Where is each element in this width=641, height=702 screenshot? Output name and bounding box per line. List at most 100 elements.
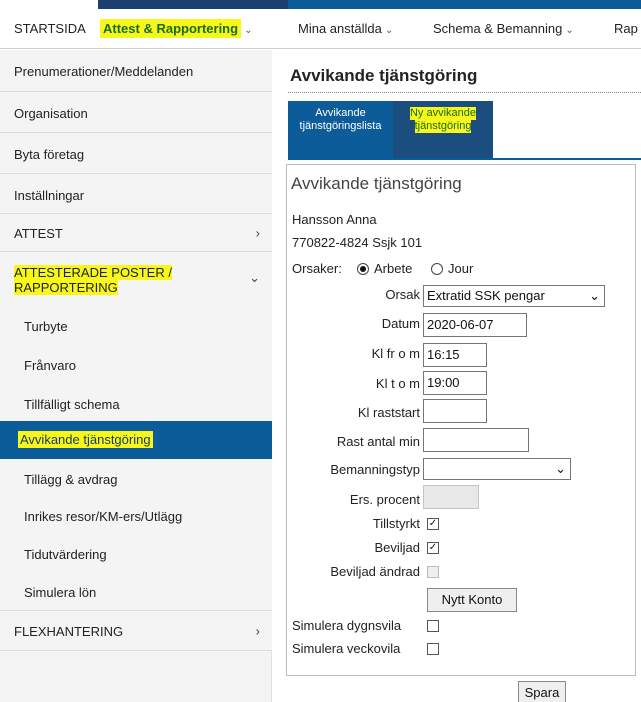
datum-label: Datum: [381, 316, 420, 331]
nav-mina-label: Mina anställda: [298, 21, 382, 36]
chevron-down-icon: ⌄: [249, 270, 260, 285]
nytt-konto-button[interactable]: Nytt Konto: [427, 588, 517, 612]
tab-avvikande-lista[interactable]: Avvikande tjänstgöringslista: [288, 101, 393, 159]
nav-attest-label: Attest & Rapportering: [100, 19, 242, 38]
top-strip-dark: [98, 0, 288, 9]
beviljad-andrad-checkbox: [427, 566, 439, 578]
sim-dygnsvila-label: Simulera dygnsvila: [292, 618, 402, 633]
sidebar-subitem-simulera-lon[interactable]: Simulera lön: [0, 573, 272, 611]
sidebar-subitem-avvikande-tjanstgoring[interactable]: Avvikande tjänstgöring: [0, 421, 272, 459]
sidebar-subitem-tillagg-avdrag[interactable]: Tillägg & avdrag: [0, 459, 272, 497]
beviljad-checkbox[interactable]: ✓: [427, 542, 439, 554]
sidebar-subitem-label: Simulera lön: [24, 585, 97, 600]
beviljad-andrad-label: Beviljad ändrad: [330, 564, 420, 579]
radio-arbete-label: Arbete: [374, 261, 413, 276]
orsak-select[interactable]: Extratid SSK pengar ⌄: [423, 285, 605, 307]
sidebar-subitem-label: Avvikande tjänstgöring: [18, 431, 153, 448]
sidebar-item-attesterade-poster[interactable]: ATTESTERADE POSTER / RAPPORTERING ⌄: [0, 252, 272, 308]
sidebar-item-label: Organisation: [14, 106, 88, 121]
sidebar-item-label-line1: ATTESTERADE POSTER /: [14, 265, 172, 280]
sidebar-subitem-label: Tillägg & avdrag: [24, 472, 118, 487]
sidebar-subitem-tidutvardering[interactable]: Tidutvärdering: [0, 535, 272, 573]
sidebar-subitem-label: Tidutvärdering: [24, 547, 107, 562]
sim-veckovila-checkbox[interactable]: [427, 643, 439, 655]
chevron-down-icon: ⌄: [589, 288, 600, 303]
tab-label-line1: Ny avvikande: [409, 107, 477, 120]
chevron-down-icon: ⌄: [384, 25, 394, 36]
ers-procent-input: [423, 485, 479, 509]
title-divider: [288, 92, 641, 93]
tab-underline: [288, 158, 641, 160]
sidebar-item-label-line2: RAPPORTERING: [14, 280, 118, 295]
sidebar-item-flexhantering[interactable]: FLEXHANTERING ›: [0, 611, 272, 651]
beviljad-label: Beviljad: [374, 540, 420, 555]
ers-procent-label: Ers. procent: [349, 492, 420, 507]
tab-label-line2: tjänstgöringslista: [299, 120, 382, 132]
sidebar-item-label: Inställningar: [14, 188, 85, 203]
bemanningstyp-label: Bemanningstyp: [330, 462, 420, 477]
chevron-down-icon: ⌄: [244, 25, 253, 36]
rast-min-label: Rast antal min: [336, 434, 420, 449]
save-button[interactable]: Spara: [518, 681, 566, 702]
sidebar-subitem-franvaro[interactable]: Frånvaro: [0, 346, 272, 385]
tillstyrkt-checkbox[interactable]: ✓: [427, 518, 439, 530]
bemanningstyp-select[interactable]: ⌄: [423, 458, 571, 480]
sidebar-subitem-label: Frånvaro: [24, 358, 77, 373]
person-name: Hansson Anna: [292, 212, 377, 227]
kl-from-input[interactable]: 16:15: [423, 343, 487, 367]
sidebar-item-attest[interactable]: ATTEST ›: [0, 214, 272, 252]
tab-label-line2: tjänstgöring: [414, 120, 472, 133]
radio-jour-label: Jour: [448, 261, 474, 276]
chevron-right-icon: ›: [255, 225, 260, 240]
kl-tom-input[interactable]: 19:00: [423, 371, 487, 395]
sidebar-item-installningar[interactable]: Inställningar: [0, 174, 272, 214]
nav-attest-rapportering[interactable]: Attest & Rapportering ⌄: [100, 9, 252, 49]
kl-from-label: Kl fr o m: [371, 346, 420, 361]
raststart-label: Kl raststart: [357, 405, 420, 420]
tab-ny-avvikande[interactable]: Ny avvikande tjänstgöring: [393, 101, 493, 159]
datum-input[interactable]: 2020-06-07: [423, 313, 527, 337]
raststart-input[interactable]: [423, 399, 487, 423]
kl-tom-label: Kl t o m: [375, 376, 420, 391]
sidebar-item-label: ATTESTERADE POSTER / RAPPORTERING: [14, 265, 172, 295]
sidebar-subitem-turbyte[interactable]: Turbyte: [0, 308, 272, 346]
radio-jour[interactable]: [431, 263, 443, 275]
radio-arbete[interactable]: [357, 263, 369, 275]
sidebar-item-label: Byta företag: [14, 147, 85, 162]
tillstyrkt-label: Tillstyrkt: [372, 516, 420, 531]
sidebar-subitem-tillfalligt-schema[interactable]: Tillfälligt schema: [0, 385, 272, 421]
orsak-value: Extratid SSK pengar: [427, 288, 545, 303]
nav-schema-bemanning[interactable]: Schema & Bemanning ⌄: [433, 9, 574, 49]
sidebar-subitem-label: Turbyte: [24, 319, 68, 334]
top-navigation: STARTSIDA Attest & Rapportering ⌄ Mina an…: [0, 9, 641, 49]
page-title: Avvikande tjänstgöring: [290, 66, 478, 85]
orsaker-label: Orsaker:: [292, 261, 342, 276]
sidebar-subitem-label: Tillfälligt schema: [24, 397, 120, 412]
nav-mina-anstallda[interactable]: Mina anställda ⌄: [298, 9, 393, 49]
sidebar-item-label: Prenumerationer/Meddelanden: [14, 64, 194, 79]
sidebar-item-label: FLEXHANTERING: [14, 624, 124, 639]
tab-label-line1: Avvikande: [315, 107, 366, 119]
top-strip-blue: [288, 0, 641, 9]
sim-dygnsvila-checkbox[interactable]: [427, 620, 439, 632]
sidebar-item-organisation[interactable]: Organisation: [0, 92, 272, 133]
nav-startsida[interactable]: STARTSIDA: [14, 9, 86, 49]
chevron-down-icon: ⌄: [565, 25, 574, 36]
nav-rapport[interactable]: Rap: [614, 9, 638, 49]
sidebar-item-prenumerationer[interactable]: Prenumerationer/Meddelanden: [0, 50, 272, 92]
person-id: 770822-4824 Ssjk 101: [292, 235, 423, 250]
chevron-down-icon: ⌄: [555, 461, 566, 476]
nav-startsida-label: STARTSIDA: [14, 21, 86, 36]
sidebar-subitem-label: Inrikes resor/KM-ers/Utlägg: [24, 509, 183, 524]
panel-title: Avvikande tjänstgöring: [291, 174, 462, 193]
orsak-label: Orsak: [385, 287, 420, 302]
rast-min-input[interactable]: [423, 428, 529, 452]
sim-veckovila-label: Simulera veckovila: [292, 641, 401, 656]
nav-schema-label: Schema & Bemanning: [433, 21, 563, 36]
nav-rap-label: Rap: [614, 21, 638, 36]
sidebar-subitem-inrikes-resor[interactable]: Inrikes resor/KM-ers/Utlägg: [0, 497, 272, 535]
sidebar-item-label: ATTEST: [14, 226, 63, 241]
top-color-strip: [0, 0, 641, 9]
chevron-right-icon: ›: [255, 623, 260, 638]
sidebar-item-byta-foretag[interactable]: Byta företag: [0, 133, 272, 174]
